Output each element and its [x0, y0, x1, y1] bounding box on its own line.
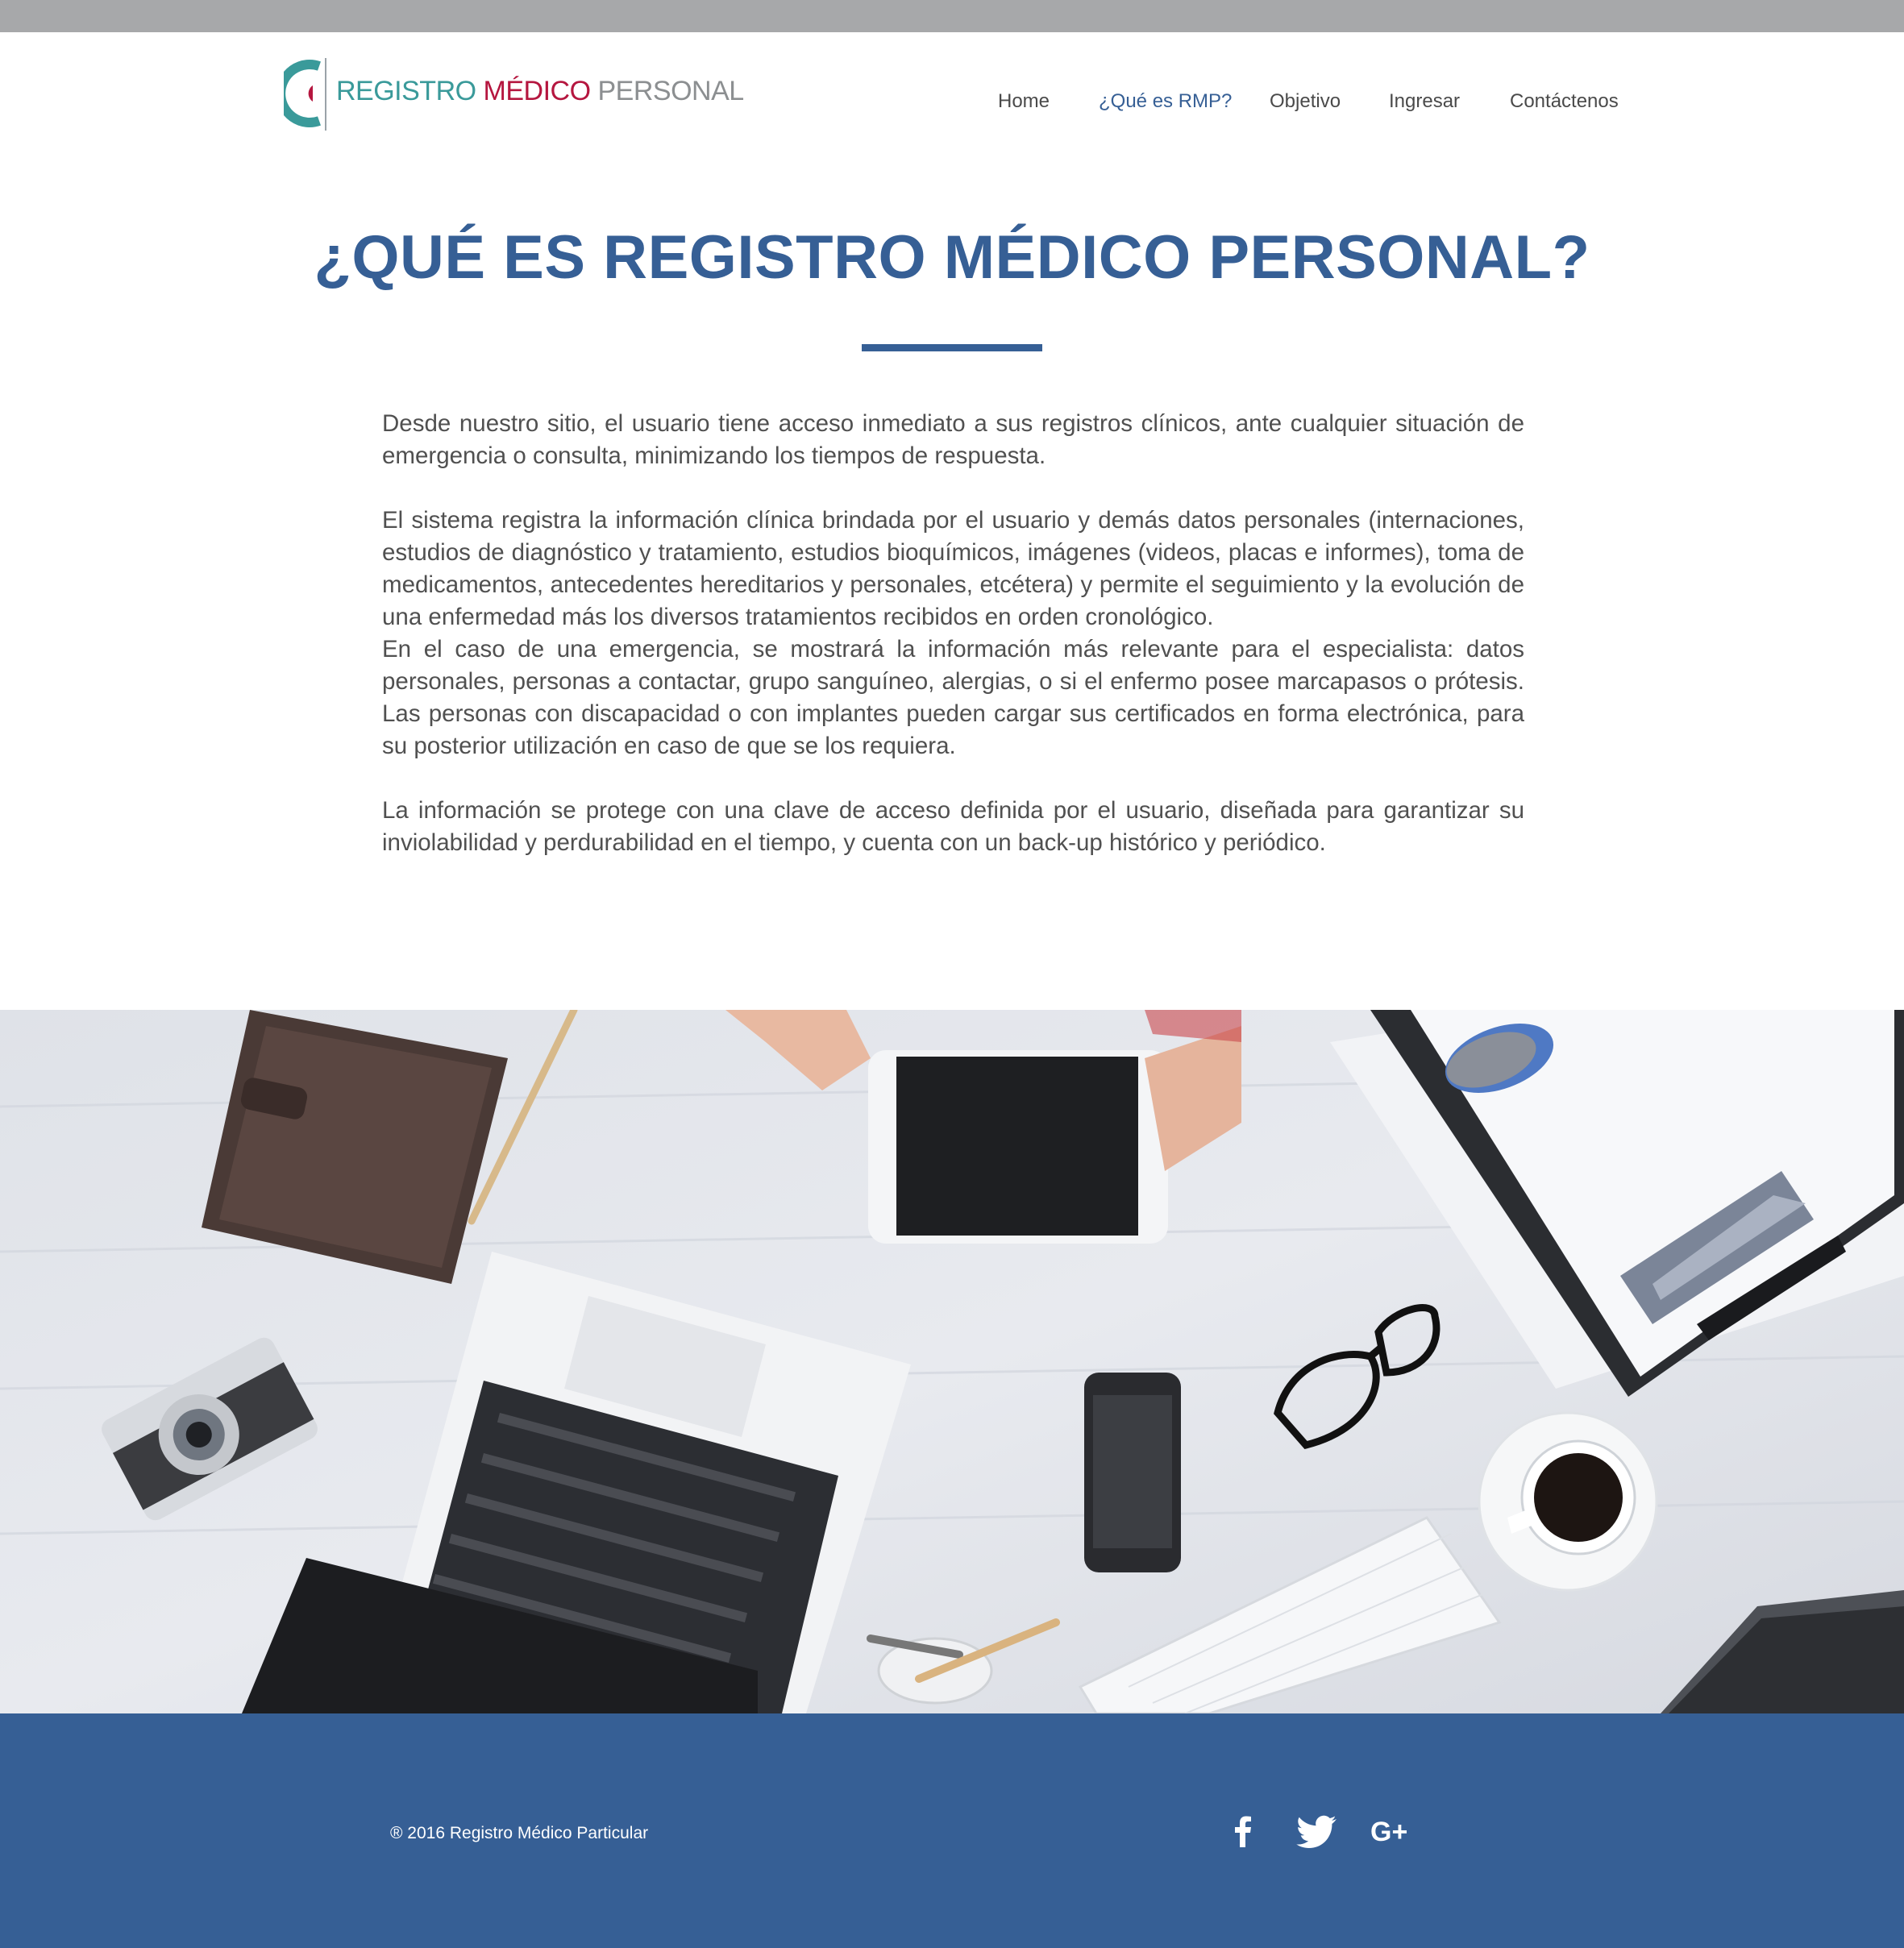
- google-plus-label: G+: [1370, 1817, 1407, 1847]
- paragraph-emergency: En el caso de una emergencia, se mostrar…: [382, 636, 1524, 759]
- google-plus-glyph: G+: [1370, 1817, 1407, 1847]
- twitter-glyph: [1296, 1815, 1337, 1848]
- main-nav: Home ¿Qué es RMP? Objetivo Ingresar Cont…: [0, 85, 1904, 118]
- paragraph-security: La información se protege con una clave …: [382, 797, 1524, 856]
- nav-item-ingresar[interactable]: Ingresar: [1389, 85, 1460, 118]
- desk-illustration: [0, 1010, 1904, 1713]
- paragraph-system: El sistema registra la información clíni…: [382, 507, 1524, 630]
- nav-item-contactenos[interactable]: Contáctenos: [1510, 85, 1619, 118]
- site-footer: ® 2016 Registro Médico Particular G+: [0, 1713, 1904, 1948]
- twitter-icon[interactable]: [1296, 1809, 1341, 1854]
- copyright-text: ® 2016 Registro Médico Particular: [390, 1824, 649, 1842]
- nav-item-que-es-rmp[interactable]: ¿Qué es RMP?: [1099, 85, 1232, 118]
- page-title: ¿QUÉ ES REGISTRO MÉDICO PERSONAL?: [314, 223, 1590, 292]
- nav-item-home[interactable]: Home: [998, 85, 1050, 118]
- google-plus-icon[interactable]: G+: [1370, 1809, 1416, 1854]
- facebook-icon[interactable]: [1220, 1809, 1266, 1854]
- coffee-cup-object: [1478, 1411, 1658, 1592]
- phone-object: [1084, 1373, 1181, 1572]
- paragraph-access: Desde nuestro sitio, el usuario tiene ac…: [382, 410, 1524, 469]
- title-divider: [862, 344, 1042, 351]
- facebook-glyph: [1235, 1816, 1251, 1847]
- workspace-photo: [0, 1010, 1904, 1713]
- intro-text: Desde nuestro sitio, el usuario tiene ac…: [382, 408, 1524, 859]
- top-bar: [0, 0, 1904, 32]
- nav-item-objetivo[interactable]: Objetivo: [1270, 85, 1341, 118]
